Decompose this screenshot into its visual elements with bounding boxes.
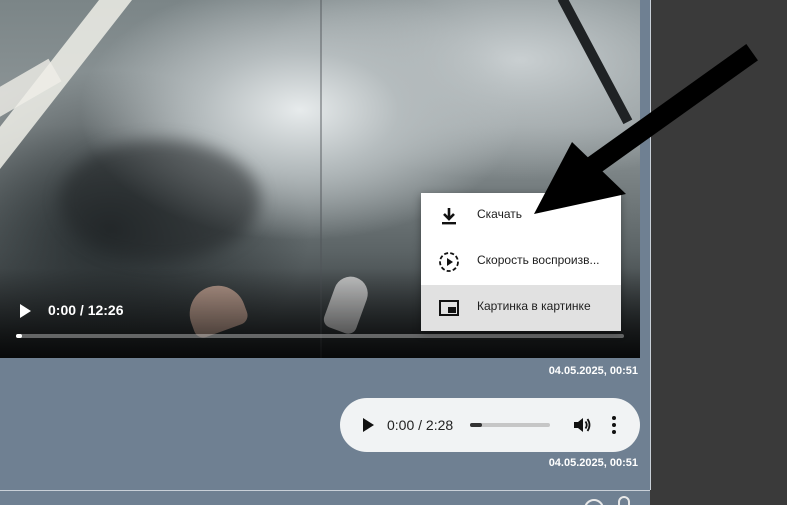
video-progress-bar[interactable] bbox=[16, 334, 624, 338]
menu-item-picture-in-picture[interactable]: Картинка в картинке bbox=[421, 285, 621, 331]
play-icon[interactable] bbox=[16, 302, 34, 320]
menu-item-download[interactable]: Скачать bbox=[421, 193, 621, 238]
volume-icon[interactable] bbox=[572, 415, 592, 435]
picture-in-picture-icon bbox=[439, 300, 459, 316]
audio-progress-fill bbox=[470, 423, 482, 427]
video-progress-fill bbox=[16, 334, 23, 338]
chat-area: 0:00 / 12:26 Скачать Скорость воспроизв.… bbox=[0, 0, 650, 505]
divider bbox=[0, 490, 650, 491]
audio-player[interactable]: 0:00 / 2:28 bbox=[340, 398, 640, 452]
message-timestamp: 04.05.2025, 00:51 bbox=[548, 365, 638, 377]
message-timestamp: 04.05.2025, 00:51 bbox=[548, 457, 638, 469]
side-panel bbox=[650, 0, 787, 505]
menu-item-label: Скачать bbox=[477, 207, 522, 221]
audio-time: 0:00 / 2:28 bbox=[387, 417, 454, 433]
video-frame-pipe bbox=[557, 0, 633, 125]
panel-divider bbox=[650, 0, 651, 490]
menu-item-label: Скорость воспроизв... bbox=[477, 253, 600, 267]
menu-item-label: Картинка в картинке bbox=[477, 299, 591, 313]
video-time: 0:00 / 12:26 bbox=[48, 302, 124, 318]
emoji-icon[interactable] bbox=[584, 499, 604, 505]
audio-progress-bar[interactable] bbox=[470, 423, 550, 427]
microphone-icon[interactable] bbox=[618, 496, 630, 505]
download-icon bbox=[442, 208, 456, 225]
menu-item-playback-speed[interactable]: Скорость воспроизв... bbox=[421, 239, 621, 284]
video-context-menu: Скачать Скорость воспроизв... Картинка в… bbox=[421, 193, 621, 331]
more-options-icon[interactable] bbox=[604, 414, 624, 436]
video-frame-shadow bbox=[60, 140, 260, 260]
playback-speed-icon bbox=[439, 252, 459, 272]
play-icon[interactable] bbox=[360, 417, 376, 433]
